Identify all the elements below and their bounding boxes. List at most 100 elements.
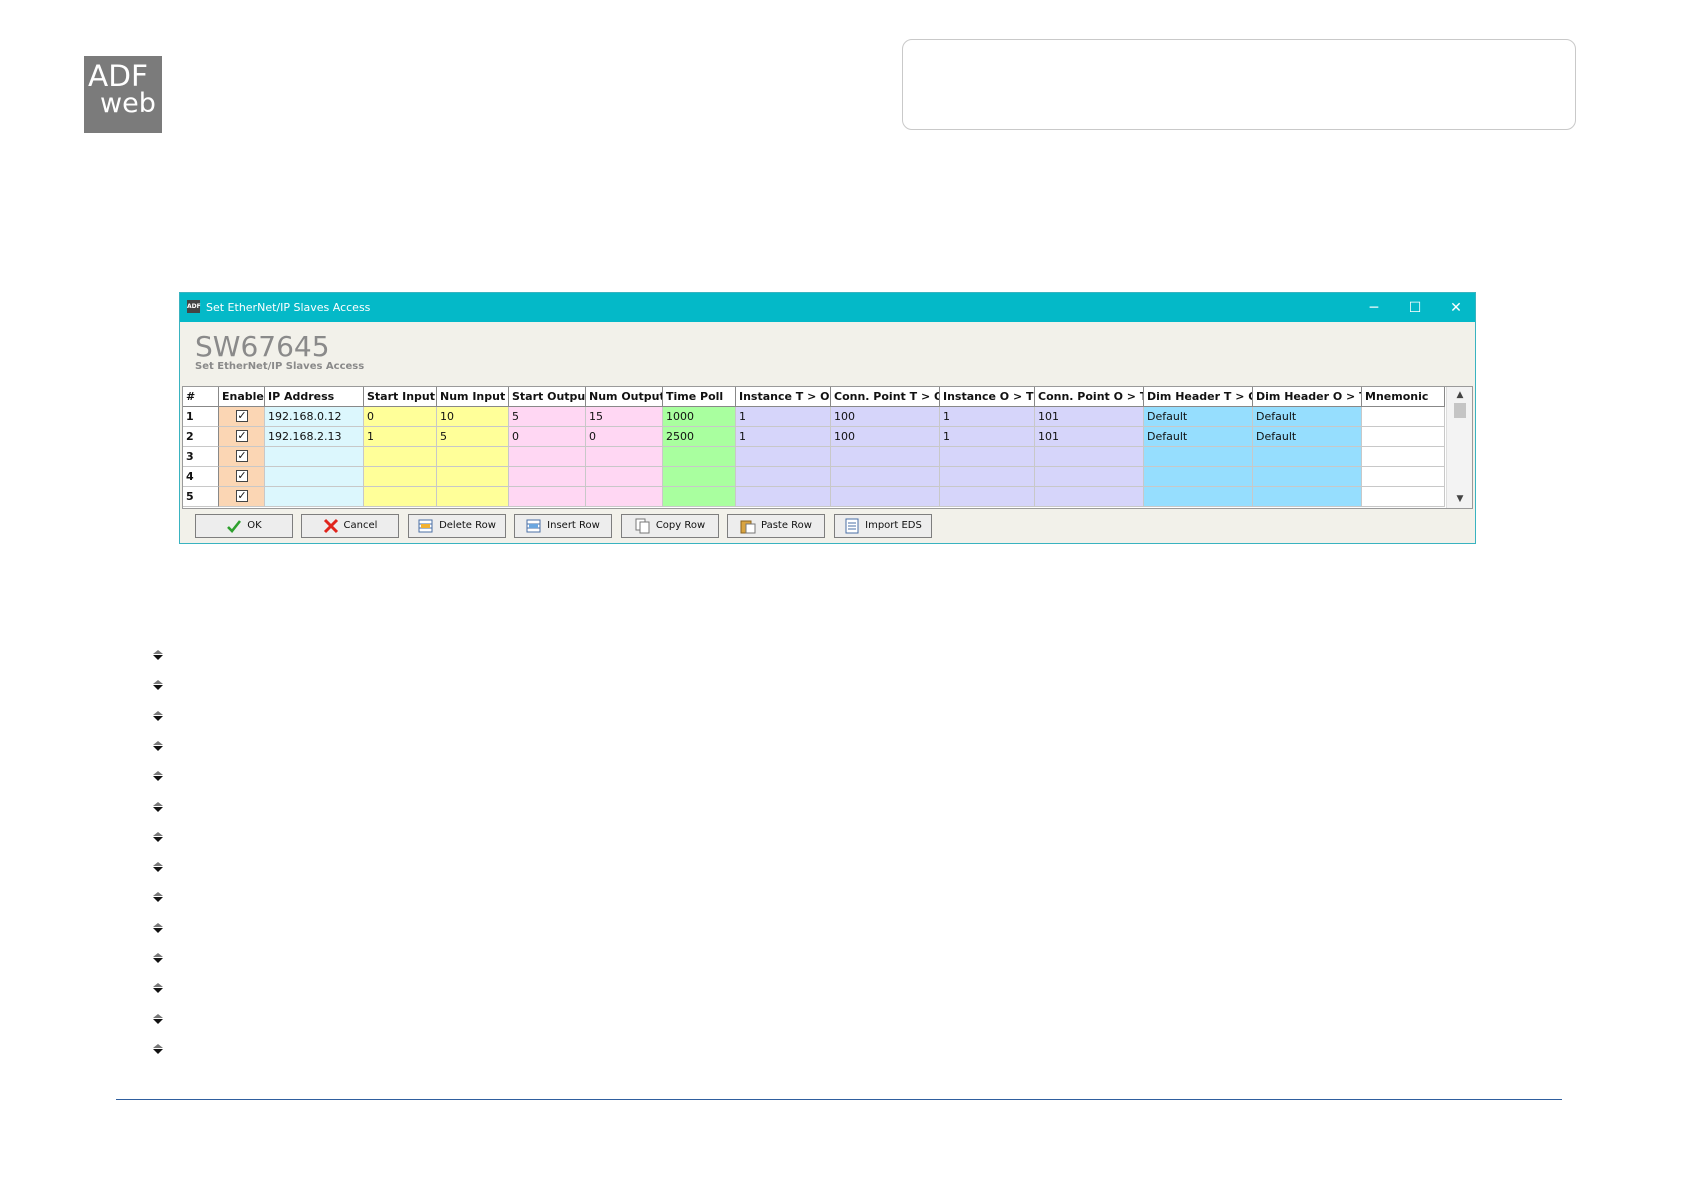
start-input-cell[interactable]: 0 [364,407,437,427]
header-col-instance-o-t[interactable]: Instance O > T [940,387,1035,406]
conn-point-o-t-cell[interactable] [1035,467,1144,487]
maximize-button[interactable]: ☐ [1395,293,1435,322]
header-col-num-input[interactable]: Num Input [437,387,509,406]
num-input-cell[interactable] [437,447,509,467]
num-input-cell[interactable]: 5 [437,427,509,447]
copy-row-button[interactable]: Copy Row [621,514,719,538]
time-poll-cell[interactable] [663,487,736,507]
ip-address-cell[interactable] [265,487,364,507]
header-col-conn-point-o-t[interactable]: Conn. Point O > T [1035,387,1144,406]
start-output-cell[interactable] [509,447,586,467]
time-poll-cell[interactable]: 1000 [663,407,736,427]
ip-address-cell[interactable] [265,467,364,487]
cancel-button[interactable]: Cancel [301,514,399,538]
dim-header-t-o-cell[interactable]: Default [1144,407,1253,427]
delete-row-button[interactable]: Delete Row [408,514,506,538]
time-poll-cell[interactable] [663,467,736,487]
instance-o-t-cell[interactable]: 1 [940,407,1035,427]
num-input-cell[interactable] [437,487,509,507]
num-output-cell[interactable] [586,467,663,487]
scroll-up-icon[interactable]: ▲ [1447,388,1472,402]
enable-checkbox[interactable]: ✓ [236,450,248,462]
num-output-cell[interactable]: 15 [586,407,663,427]
header-col-ip-address[interactable]: IP Address [265,387,364,406]
header-col-start-output[interactable]: Start Output [509,387,586,406]
conn-point-o-t-cell[interactable]: 101 [1035,427,1144,447]
conn-point-t-o-cell[interactable] [831,487,940,507]
num-output-cell[interactable] [586,487,663,507]
conn-point-o-t-cell[interactable] [1035,487,1144,507]
minimize-button[interactable]: ─ [1354,293,1394,322]
conn-point-t-o-cell[interactable] [831,447,940,467]
import-eds-button[interactable]: Import EDS [834,514,932,538]
dim-header-o-t-cell[interactable]: Default [1253,407,1362,427]
header-col-dim-header-o-t[interactable]: Dim Header O > T [1253,387,1362,406]
conn-point-t-o-cell[interactable]: 100 [831,407,940,427]
time-poll-cell[interactable]: 2500 [663,427,736,447]
enable-checkbox[interactable]: ✓ [236,430,248,442]
start-output-cell[interactable]: 5 [509,407,586,427]
ip-address-cell[interactable]: 192.168.2.13 [265,427,364,447]
table-row[interactable]: 4 ✓ [183,467,1445,487]
vertical-scrollbar[interactable]: ▲ ▼ [1446,387,1472,508]
table-row[interactable]: 3 ✓ [183,447,1445,467]
header-col-mnemonic[interactable]: Mnemonic [1362,387,1445,406]
close-button[interactable]: ✕ [1436,293,1476,322]
enable-checkbox[interactable]: ✓ [236,490,248,502]
row-number[interactable]: 4 [183,467,219,487]
start-input-cell[interactable] [364,487,437,507]
instance-t-o-cell[interactable]: 1 [736,407,831,427]
dim-header-o-t-cell[interactable] [1253,447,1362,467]
scroll-down-icon[interactable]: ▼ [1447,492,1472,506]
instance-o-t-cell[interactable] [940,487,1035,507]
mnemonic-cell[interactable] [1362,487,1445,507]
instance-o-t-cell[interactable] [940,447,1035,467]
instance-t-o-cell[interactable] [736,467,831,487]
start-output-cell[interactable] [509,467,586,487]
header-col-start-input[interactable]: Start Input [364,387,437,406]
instance-t-o-cell[interactable]: 1 [736,427,831,447]
mnemonic-cell[interactable] [1362,467,1445,487]
table-row[interactable]: 2 ✓ 192.168.2.13 1 5 0 0 2500 1 100 1 101 Default Def… [183,427,1445,447]
mnemonic-cell[interactable] [1362,447,1445,467]
header-col-time-poll[interactable]: Time Poll [663,387,736,406]
dim-header-t-o-cell[interactable] [1144,467,1253,487]
dim-header-o-t-cell[interactable] [1253,487,1362,507]
time-poll-cell[interactable] [663,447,736,467]
start-output-cell[interactable]: 0 [509,427,586,447]
start-input-cell[interactable]: 1 [364,427,437,447]
instance-t-o-cell[interactable] [736,487,831,507]
row-number[interactable]: 5 [183,487,219,507]
num-input-cell[interactable] [437,467,509,487]
ip-address-cell[interactable] [265,447,364,467]
dim-header-o-t-cell[interactable]: Default [1253,427,1362,447]
header-col-conn-point-t-o[interactable]: Conn. Point T > O [831,387,940,406]
header-col-num-output[interactable]: Num Output [586,387,663,406]
header-col-instance-t-o[interactable]: Instance T > O [736,387,831,406]
num-input-cell[interactable]: 10 [437,407,509,427]
conn-point-t-o-cell[interactable] [831,467,940,487]
insert-row-button[interactable]: Insert Row [514,514,612,538]
num-output-cell[interactable]: 0 [586,427,663,447]
paste-row-button[interactable]: Paste Row [727,514,825,538]
conn-point-o-t-cell[interactable]: 101 [1035,407,1144,427]
enable-checkbox[interactable]: ✓ [236,470,248,482]
row-number[interactable]: 2 [183,427,219,447]
num-output-cell[interactable] [586,447,663,467]
header-col-dim-header-t-o[interactable]: Dim Header T > O [1144,387,1253,406]
start-input-cell[interactable] [364,467,437,487]
table-row[interactable]: 5 ✓ [183,487,1445,507]
dim-header-t-o-cell[interactable] [1144,487,1253,507]
ok-button[interactable]: OK [195,514,293,538]
ip-address-cell[interactable]: 192.168.0.12 [265,407,364,427]
mnemonic-cell[interactable] [1362,407,1445,427]
start-input-cell[interactable] [364,447,437,467]
scroll-thumb[interactable] [1454,403,1466,418]
instance-o-t-cell[interactable]: 1 [940,427,1035,447]
conn-point-t-o-cell[interactable]: 100 [831,427,940,447]
instance-t-o-cell[interactable] [736,447,831,467]
row-number[interactable]: 1 [183,407,219,427]
conn-point-o-t-cell[interactable] [1035,447,1144,467]
start-output-cell[interactable] [509,487,586,507]
header-col-enable[interactable]: Enable [219,387,265,406]
